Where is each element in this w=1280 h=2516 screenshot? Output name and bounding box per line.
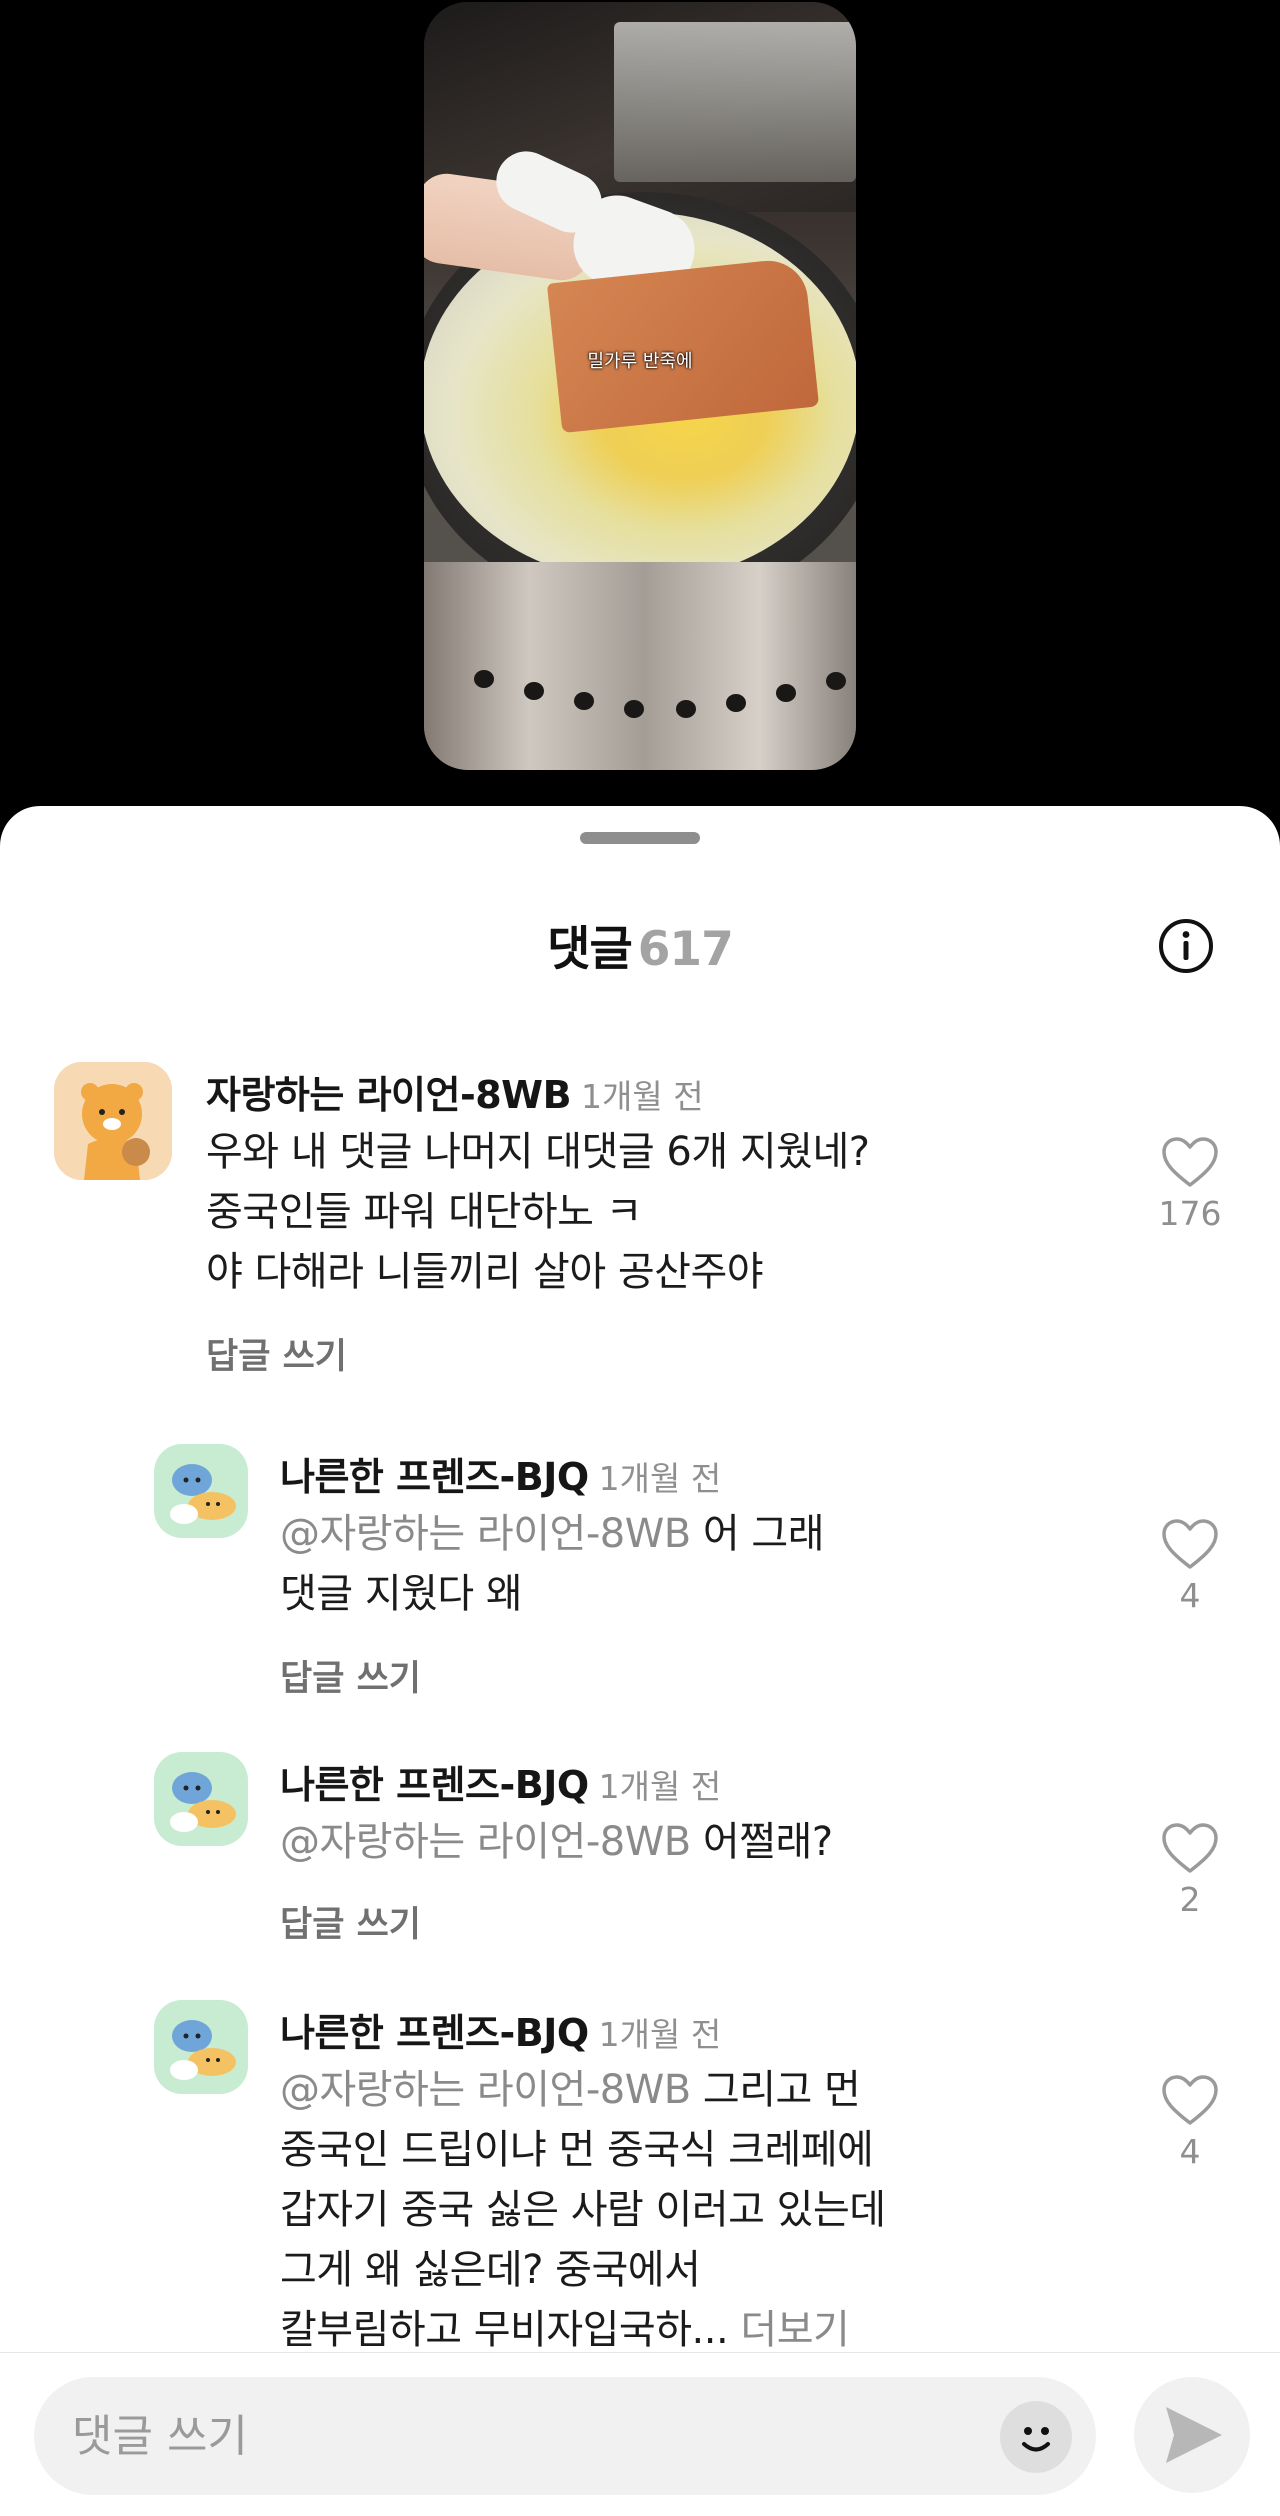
video-area[interactable]: 밀가루 반죽에 [0, 0, 1280, 806]
comment-meta: 나른한 프렌즈-BJQ 1개월 전 [280, 1446, 721, 1501]
friends-avatar-icon[interactable] [154, 2000, 248, 2094]
see-more-link[interactable]: 더보기 [740, 2307, 849, 2353]
comment-author[interactable]: 나른한 프렌즈-BJQ [280, 1763, 589, 1807]
mention-link[interactable]: @자랑하는 라이언-8WB [280, 2067, 691, 2113]
info-icon[interactable] [1158, 918, 1214, 974]
mention-link[interactable]: @자랑하는 라이언-8WB [280, 1819, 691, 1865]
comment-input-container[interactable] [34, 2377, 1096, 2495]
comment-line: 중국인 드립이냐 먼 중국식 크레페에 [280, 2127, 874, 2173]
comment-text: 우와 내 댓글 나머지 대댓글 6개 지웠네? 중국인들 파워 대단하노 ㅋ 야… [206, 1122, 870, 1302]
comment-line: 칼부림하고 무비자입국하... [280, 2307, 729, 2353]
heart-icon [1162, 1137, 1218, 1187]
mention-link[interactable]: @자랑하는 라이언-8WB [280, 1511, 691, 1557]
sheet-header: 댓글 617 [0, 910, 1280, 979]
like-button[interactable]: 2 [1145, 1822, 1235, 1919]
comment-line: 야 다해라 니들끼리 살아 공산주야 [206, 1249, 764, 1295]
comment-input-bar [0, 2352, 1280, 2516]
send-button[interactable] [1134, 2377, 1250, 2493]
comment-line: 우와 내 댓글 나머지 대댓글 6개 지웠네? [206, 1129, 870, 1175]
emoji-icon[interactable] [1000, 2401, 1072, 2473]
sheet-title: 댓글 [547, 922, 632, 977]
comment-input[interactable] [72, 2377, 972, 2495]
like-count: 176 [1158, 1194, 1222, 1233]
comment-line: 중국인들 파워 대단하노 ㅋ [206, 1189, 642, 1235]
comment-text: @자랑하는 라이언-8WB 어 그래 댓글 지웠다 왜 [280, 1504, 825, 1624]
friends-avatar-icon[interactable] [154, 1752, 248, 1846]
comment-line: 갑자기 중국 싫은 사람 이러고 있는데 [280, 2187, 886, 2233]
video-shelf [614, 22, 856, 182]
comment-text: @자랑하는 라이언-8WB 그리고 먼 중국인 드립이냐 먼 중국식 크레페에 … [280, 2060, 886, 2360]
video-player[interactable]: 밀가루 반죽에 [424, 2, 856, 770]
comment-author[interactable]: 나른한 프렌즈-BJQ [280, 1455, 589, 1499]
comment-line: 댓글 지웠다 왜 [280, 1571, 523, 1617]
comment-time: 1개월 전 [598, 1459, 722, 1498]
reply-button[interactable]: 답글 쓰기 [206, 1328, 347, 1379]
comment-time: 1개월 전 [581, 1077, 704, 1116]
friends-avatar-icon[interactable] [154, 1444, 248, 1538]
comment-meta: 나른한 프렌즈-BJQ 1개월 전 [280, 1754, 721, 1809]
like-count: 4 [1179, 1576, 1201, 1615]
comment-meta: 자랑하는 라이언-8WB 1개월 전 [206, 1064, 704, 1119]
video-caption: 밀가루 반죽에 [587, 351, 693, 372]
comment-meta: 나른한 프렌즈-BJQ 1개월 전 [280, 2002, 721, 2057]
comment-text: @자랑하는 라이언-8WB 어쩔래? [280, 1812, 833, 1872]
reply-button[interactable]: 답글 쓰기 [280, 1650, 421, 1701]
like-count: 2 [1179, 1880, 1201, 1919]
comment-author[interactable]: 자랑하는 라이언-8WB [206, 1073, 572, 1117]
like-button[interactable]: 176 [1145, 1136, 1235, 1233]
comment-line: 그리고 먼 [690, 2067, 861, 2113]
heart-icon [1162, 2075, 1218, 2125]
video-scraper [546, 256, 820, 434]
comment-author[interactable]: 나른한 프렌즈-BJQ [280, 2011, 589, 2055]
comment-count: 617 [637, 922, 734, 977]
comment-line: 어쩔래? [690, 1819, 833, 1865]
send-icon [1166, 2407, 1222, 2463]
comment-line: 어 그래 [690, 1511, 825, 1557]
video-griddle-base [424, 562, 856, 770]
heart-icon [1162, 1519, 1218, 1569]
heart-icon [1162, 1823, 1218, 1873]
drag-handle[interactable] [580, 832, 700, 844]
comment-sheet: 댓글 617 자랑하는 라이언-8WB 1개월 전 우와 내 댓글 나머지 대댓… [0, 806, 1280, 2516]
like-count: 4 [1179, 2132, 1201, 2171]
comment-line: 그게 왜 싫은데? 중국에서 [280, 2247, 701, 2293]
like-button[interactable]: 4 [1145, 2074, 1235, 2171]
like-button[interactable]: 4 [1145, 1518, 1235, 1615]
comment-time: 1개월 전 [598, 1767, 722, 1806]
ryan-avatar-icon[interactable] [54, 1062, 172, 1180]
comment-time: 1개월 전 [598, 2015, 722, 2054]
reply-button[interactable]: 답글 쓰기 [280, 1896, 421, 1947]
